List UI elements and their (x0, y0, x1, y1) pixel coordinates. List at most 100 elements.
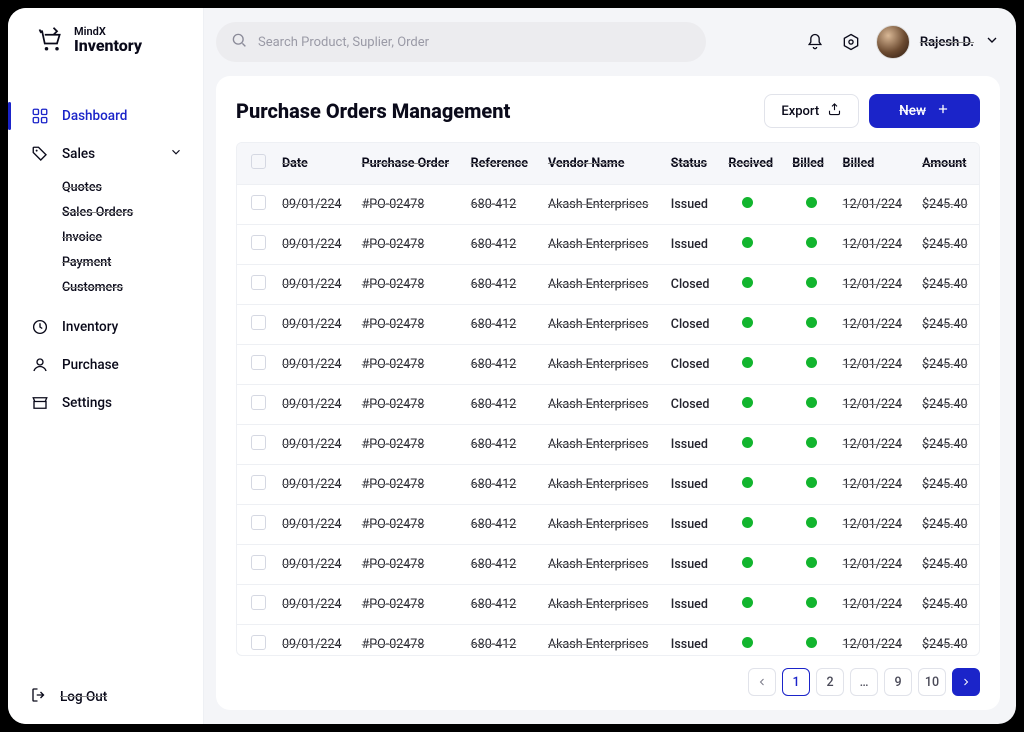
column-header[interactable]: Amount (914, 143, 979, 185)
brand-bottom: Inventory (74, 37, 142, 55)
cell-ref: 680-412 (463, 425, 540, 465)
row-checkbox[interactable] (251, 315, 266, 330)
cell-vendor: Akash Enterprises (540, 345, 663, 385)
column-header[interactable]: Reference (463, 143, 540, 185)
cell-billed-date: 12/01/224 (835, 465, 915, 505)
pager-page[interactable]: 2 (816, 668, 844, 696)
gear-icon[interactable] (840, 31, 862, 53)
sidebar-item-inventory[interactable]: Inventory (8, 308, 203, 346)
sidebar-subitem[interactable]: Sales Orders (62, 200, 203, 225)
row-checkbox[interactable] (251, 395, 266, 410)
table-row[interactable]: 09/01/224#PO-02478680-412Akash Enterpris… (237, 385, 979, 425)
cell-amount: $245.40 (914, 345, 979, 385)
cell-vendor: Akash Enterprises (540, 505, 663, 545)
cell-billed-date: 12/01/224 (835, 425, 915, 465)
table-row[interactable]: 09/01/224#PO-02478680-412Akash Enterpris… (237, 545, 979, 585)
cell-billed-dot (784, 505, 834, 545)
row-checkbox[interactable] (251, 435, 266, 450)
logo[interactable]: MindX Inventory (8, 8, 203, 73)
pager-prev[interactable] (748, 668, 776, 696)
pager-page[interactable]: 10 (918, 668, 946, 696)
row-checkbox[interactable] (251, 595, 266, 610)
cell-ref: 680-412 (463, 545, 540, 585)
sidebar-item-dashboard[interactable]: Dashboard (8, 97, 203, 135)
cell-billed-dot (784, 225, 834, 265)
column-header[interactable]: Billed (784, 143, 834, 185)
table-row[interactable]: 09/01/224#PO-02478680-412Akash Enterpris… (237, 585, 979, 625)
cell-received (720, 265, 784, 305)
cell-received (720, 465, 784, 505)
cell-billed-dot (784, 265, 834, 305)
status-dot-icon (742, 397, 753, 408)
status-dot-icon (742, 637, 753, 648)
cell-billed-date: 12/01/224 (835, 385, 915, 425)
table-row[interactable]: 09/01/224#PO-02478680-412Akash Enterpris… (237, 305, 979, 345)
table-row[interactable]: 09/01/224#PO-02478680-412Akash Enterpris… (237, 345, 979, 385)
bell-icon[interactable] (804, 31, 826, 53)
row-checkbox[interactable] (251, 475, 266, 490)
table-row[interactable]: 09/01/224#PO-02478680-412Akash Enterpris… (237, 465, 979, 505)
row-checkbox[interactable] (251, 355, 266, 370)
row-checkbox[interactable] (251, 555, 266, 570)
cell-date: 09/01/224 (274, 385, 354, 425)
cell-date: 09/01/224 (274, 425, 354, 465)
table-row[interactable]: 09/01/224#PO-02478680-412Akash Enterpris… (237, 425, 979, 465)
cell-vendor: Akash Enterprises (540, 465, 663, 505)
row-checkbox[interactable] (251, 235, 266, 250)
status-dot-icon (806, 557, 817, 568)
cell-po: #PO-02478 (354, 425, 463, 465)
row-checkbox[interactable] (251, 195, 266, 210)
chevron-down-icon (169, 145, 183, 163)
sidebar-item-settings[interactable]: Settings (8, 384, 203, 422)
sidebar-subitem[interactable]: Payment (62, 250, 203, 275)
sidebar-subitem[interactable]: Customers (62, 275, 203, 300)
cell-date: 09/01/224 (274, 625, 354, 657)
column-header[interactable]: Recived (720, 143, 784, 185)
status-dot-icon (742, 197, 753, 208)
search-field[interactable] (258, 35, 692, 50)
cell-billed-dot (784, 425, 834, 465)
pager-next[interactable] (952, 668, 980, 696)
table-row[interactable]: 09/01/224#PO-02478680-412Akash Enterpris… (237, 265, 979, 305)
logout-button[interactable]: Log Out (8, 670, 203, 724)
cell-status: Issued (663, 545, 721, 585)
table-row[interactable]: 09/01/224#PO-02478680-412Akash Enterpris… (237, 225, 979, 265)
column-header[interactable]: Date (274, 143, 354, 185)
cell-billed-date: 12/01/224 (835, 185, 915, 225)
pager-page[interactable]: 1 (782, 668, 810, 696)
row-checkbox[interactable] (251, 275, 266, 290)
cell-date: 09/01/224 (274, 265, 354, 305)
column-header[interactable]: Purchase Order (354, 143, 463, 185)
table-row[interactable]: 09/01/224#PO-02478680-412Akash Enterpris… (237, 505, 979, 545)
cell-received (720, 345, 784, 385)
status-dot-icon (806, 597, 817, 608)
cell-billed-dot (784, 345, 834, 385)
pager-page[interactable]: 9 (884, 668, 912, 696)
sidebar-item-purchase[interactable]: Purchase (8, 346, 203, 384)
status-dot-icon (806, 637, 817, 648)
select-all-checkbox[interactable] (251, 154, 266, 169)
search-input[interactable] (216, 22, 706, 62)
user-menu[interactable]: Rajesh D. (876, 25, 1000, 59)
table-row[interactable]: 09/01/224#PO-02478680-412Akash Enterpris… (237, 185, 979, 225)
export-button[interactable]: Export (764, 94, 859, 128)
sidebar-subitem[interactable]: Invoice (62, 225, 203, 250)
tag-icon (30, 144, 50, 164)
new-button[interactable]: New (869, 94, 980, 128)
sidebar-subitem[interactable]: Quotes (62, 175, 203, 200)
cell-ref: 680-412 (463, 305, 540, 345)
cell-amount: $245.40 (914, 265, 979, 305)
status-dot-icon (806, 397, 817, 408)
column-header[interactable]: Vendor Name (540, 143, 663, 185)
column-header[interactable]: Billed (835, 143, 915, 185)
cell-po: #PO-02478 (354, 385, 463, 425)
table-row[interactable]: 09/01/224#PO-02478680-412Akash Enterpris… (237, 625, 979, 657)
cell-status: Closed (663, 305, 721, 345)
row-checkbox[interactable] (251, 515, 266, 530)
cell-billed-dot (784, 305, 834, 345)
cell-date: 09/01/224 (274, 345, 354, 385)
sidebar-item-sales[interactable]: Sales (8, 135, 203, 173)
cell-status: Closed (663, 345, 721, 385)
row-checkbox[interactable] (251, 635, 266, 650)
column-header[interactable]: Status (663, 143, 721, 185)
